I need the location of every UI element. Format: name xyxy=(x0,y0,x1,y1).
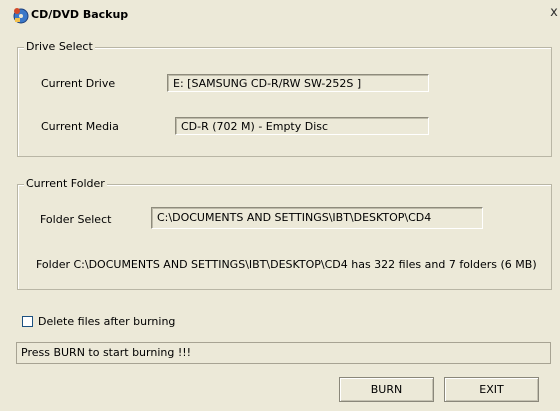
drive-select-legend: Drive Select xyxy=(24,40,95,54)
folder-select-label: Folder Select xyxy=(40,213,112,226)
window-title: CD/DVD Backup xyxy=(31,8,129,21)
burn-button[interactable]: BURN xyxy=(339,377,434,402)
current-folder-legend: Current Folder xyxy=(24,177,107,191)
delete-after-burning-checkbox[interactable]: Delete files after burning xyxy=(22,314,175,328)
exit-button[interactable]: EXIT xyxy=(444,377,539,402)
cd-dvd-backup-app-icon xyxy=(13,8,29,24)
current-media-label: Current Media xyxy=(41,120,119,133)
folder-info-text: Folder C:\DOCUMENTS AND SETTINGS\IBT\DES… xyxy=(36,258,537,271)
checkbox-box[interactable] xyxy=(22,315,33,327)
current-drive-label: Current Drive xyxy=(41,77,116,90)
delete-after-burning-label: Delete files after burning xyxy=(38,314,176,328)
drive-select-group: Drive Select xyxy=(17,40,552,157)
current-drive-field: E: [SAMSUNG CD-R/RW SW-252S ] xyxy=(167,74,429,92)
status-bar: Press BURN to start burning !!! xyxy=(16,342,551,364)
cd-dvd-backup-window: CD/DVD Backup x Drive Select Current Dri… xyxy=(0,0,560,411)
title-bar: CD/DVD Backup x xyxy=(0,0,560,24)
current-folder-group: Current Folder xyxy=(17,177,552,290)
folder-select-field[interactable]: C:\DOCUMENTS AND SETTINGS\IBT\DESKTOP\CD… xyxy=(151,207,483,229)
current-media-field: CD-R (702 M) - Empty Disc xyxy=(175,117,429,135)
close-button[interactable]: x xyxy=(548,5,560,21)
